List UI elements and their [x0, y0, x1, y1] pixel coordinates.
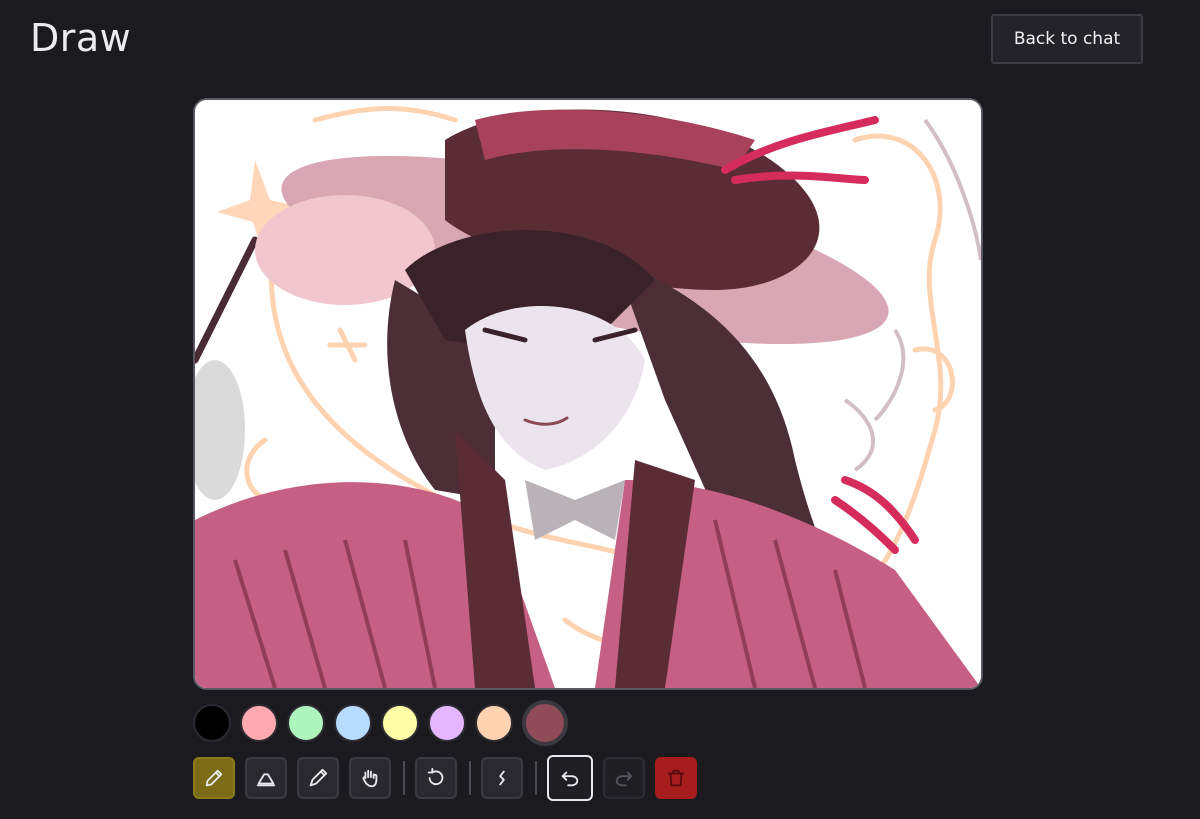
pencil-tool-button[interactable]	[193, 757, 235, 799]
reset-icon	[427, 767, 444, 786]
color-swatch-pink[interactable]	[240, 704, 278, 742]
toolbar-divider	[403, 761, 405, 795]
redo-button[interactable]	[603, 757, 645, 799]
pencil-icon	[205, 769, 223, 787]
color-swatch-black[interactable]	[193, 704, 231, 742]
eraser-icon	[256, 773, 276, 787]
eraser-tool-button[interactable]	[245, 757, 287, 799]
color-swatch-yellow[interactable]	[381, 704, 419, 742]
redo-icon	[615, 771, 633, 787]
color-swatch-maroon[interactable]	[522, 700, 568, 746]
toolbar-divider	[535, 761, 537, 795]
color-swatch-peach[interactable]	[475, 704, 513, 742]
drawing-canvas[interactable]	[193, 98, 983, 690]
pan-tool-button[interactable]	[349, 757, 391, 799]
drawing-toolbar	[193, 754, 707, 802]
color-swatch-purple[interactable]	[428, 704, 466, 742]
drawing-artwork	[195, 100, 981, 688]
back-to-chat-button[interactable]: Back to chat	[991, 14, 1143, 64]
stroke-style-button[interactable]	[481, 757, 523, 799]
color-swatch-blue[interactable]	[334, 704, 372, 742]
eyedropper-tool-button[interactable]	[297, 757, 339, 799]
reset-view-button[interactable]	[415, 757, 457, 799]
undo-button[interactable]	[547, 755, 593, 801]
hand-icon	[362, 769, 378, 788]
undo-icon	[561, 771, 579, 787]
toolbar-divider	[469, 761, 471, 795]
clear-canvas-button[interactable]	[655, 757, 697, 799]
color-palette	[193, 700, 568, 746]
color-swatch-green[interactable]	[287, 704, 325, 742]
eyedropper-icon	[309, 768, 328, 787]
stroke-style-icon	[499, 770, 505, 786]
trash-icon	[667, 769, 685, 787]
page-title: Draw	[30, 16, 132, 60]
